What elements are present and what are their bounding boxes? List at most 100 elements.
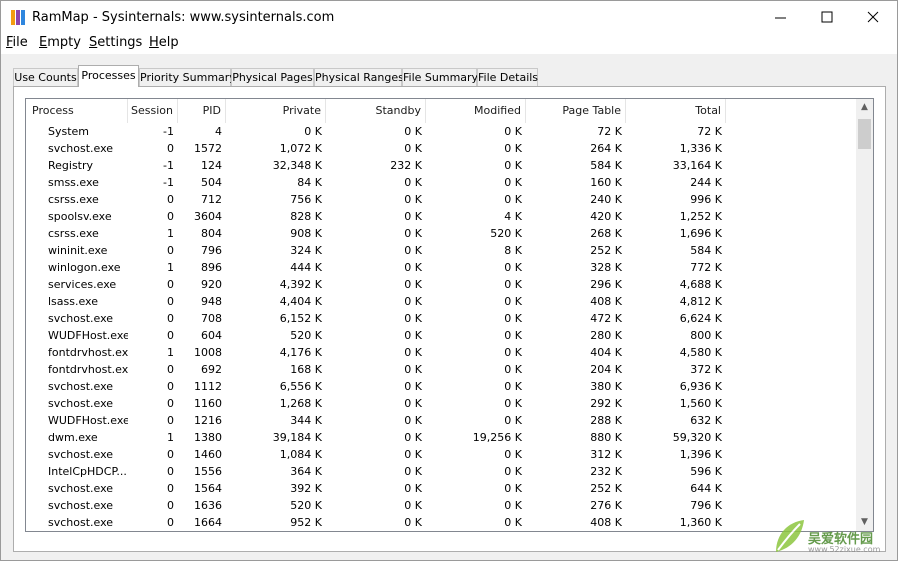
table-row[interactable]: spoolsv.exe 0 3604 828 K 0 K 4 K 420 K 1,252 K xyxy=(26,208,857,225)
table-row[interactable]: wininit.exe 0 796 324 K 0 K 8 K 252 K 584 K xyxy=(26,242,857,259)
cell-modified: 0 K xyxy=(504,159,522,172)
menu-empty[interactable]: Empty xyxy=(39,35,81,50)
scroll-up-icon[interactable]: ▲ xyxy=(856,99,873,116)
column-header-private[interactable]: Private xyxy=(226,99,326,123)
cell-standby: 0 K xyxy=(404,516,422,529)
cell-page-table: 264 K xyxy=(590,142,622,155)
cell-private: 1,072 K xyxy=(279,142,322,155)
cell-process: svchost.exe xyxy=(48,142,114,155)
table-row[interactable]: IntelCpHDCP... 0 1556 364 K 0 K 0 K 232 K 596 K xyxy=(26,463,857,480)
cell-page-table: 280 K xyxy=(590,329,622,342)
cell-pid: 124 xyxy=(201,159,222,172)
table-row[interactable]: csrss.exe 0 712 756 K 0 K 0 K 240 K 996 K xyxy=(26,191,857,208)
column-header-page-table[interactable]: Page Table xyxy=(526,99,626,123)
cell-process: csrss.exe xyxy=(48,227,99,240)
tab-file-details[interactable]: File Details xyxy=(477,68,538,86)
column-header-process[interactable]: Process xyxy=(26,99,128,123)
table-row[interactable]: svchost.exe 0 708 6,152 K 0 K 0 K 472 K 6,624 K xyxy=(26,310,857,327)
table-row[interactable]: smss.exe -1 504 84 K 0 K 0 K 160 K 244 K xyxy=(26,174,857,191)
cell-private: 324 K xyxy=(290,244,322,257)
cell-page-table: 408 K xyxy=(590,516,622,529)
tab-file-summary[interactable]: File Summary xyxy=(402,68,478,86)
rammap-app-icon xyxy=(11,10,25,25)
tab-processes[interactable]: Processes xyxy=(78,65,139,87)
table-row[interactable]: Registry -1 124 32,348 K 232 K 0 K 584 K 33,164… xyxy=(26,157,857,174)
title-bar[interactable]: RamMap - Sysinternals: www.sysinternals.… xyxy=(1,1,897,34)
maximize-button[interactable] xyxy=(804,1,850,34)
window-title: RamMap - Sysinternals: www.sysinternals.… xyxy=(32,10,335,25)
tab-use-counts[interactable]: Use Counts xyxy=(13,68,78,86)
tab-physical-pages[interactable]: Physical Pages xyxy=(231,68,314,86)
table-row[interactable]: svchost.exe 0 1160 1,268 K 0 K 0 K 292 K 1,560 … xyxy=(26,395,857,412)
cell-modified: 520 K xyxy=(490,227,522,240)
cell-modified: 4 K xyxy=(504,210,522,223)
cell-total: 1,360 K xyxy=(679,516,722,529)
process-list[interactable]: Process Session PID Private Standby Modified P… xyxy=(25,98,874,532)
cell-standby: 0 K xyxy=(404,448,422,461)
close-icon xyxy=(867,11,879,23)
leaf-icon xyxy=(776,520,804,552)
table-row[interactable]: fontdrvhost.ex 0 692 168 K 0 K 0 K 204 K 372 K xyxy=(26,361,857,378)
cell-pid: 3604 xyxy=(194,210,222,223)
table-row[interactable]: svchost.exe 0 1664 952 K 0 K 0 K 408 K 1,360 K xyxy=(26,514,857,531)
cell-pid: 1380 xyxy=(194,431,222,444)
table-row[interactable]: svchost.exe 0 1636 520 K 0 K 0 K 276 K 796 K xyxy=(26,497,857,514)
cell-standby: 0 K xyxy=(404,210,422,223)
scroll-thumb[interactable] xyxy=(858,119,871,149)
tab-priority-summary[interactable]: Priority Summary xyxy=(139,68,236,86)
cell-pid: 504 xyxy=(201,176,222,189)
table-row[interactable]: WUDFHost.exe 0 1216 344 K 0 K 0 K 288 K 632 K xyxy=(26,412,857,429)
cell-process: fontdrvhost.ex xyxy=(48,363,128,376)
cell-session: 0 xyxy=(167,499,174,512)
cell-session: 0 xyxy=(167,448,174,461)
table-row[interactable]: svchost.exe 0 1112 6,556 K 0 K 0 K 380 K 6,936 … xyxy=(26,378,857,395)
cell-process: smss.exe xyxy=(48,176,99,189)
table-row[interactable]: svchost.exe 0 1564 392 K 0 K 0 K 252 K 644 K xyxy=(26,480,857,497)
cell-process: svchost.exe xyxy=(48,397,114,410)
table-row[interactable]: System -1 4 0 K 0 K 0 K 72 K 72 K xyxy=(26,123,857,140)
menu-help[interactable]: Help xyxy=(149,35,179,50)
menu-file[interactable]: File xyxy=(6,35,28,50)
column-header-total[interactable]: Total xyxy=(626,99,726,123)
table-row[interactable]: fontdrvhost.ex 1 1008 4,176 K 0 K 0 K 404 K 4,5… xyxy=(26,344,857,361)
cell-process: Registry xyxy=(48,159,94,172)
table-row[interactable]: csrss.exe 1 804 908 K 0 K 520 K 268 K 1,696 K xyxy=(26,225,857,242)
table-row[interactable]: winlogon.exe 1 896 444 K 0 K 0 K 328 K 772 K xyxy=(26,259,857,276)
menu-bar: File Empty Settings Help xyxy=(1,34,897,54)
table-row[interactable]: WUDFHost.exe 0 604 520 K 0 K 0 K 280 K 800 K xyxy=(26,327,857,344)
table-row[interactable]: svchost.exe 0 1460 1,084 K 0 K 0 K 312 K 1,396 … xyxy=(26,446,857,463)
cell-standby: 0 K xyxy=(404,176,422,189)
table-row[interactable]: dwm.exe 1 1380 39,184 K 0 K 19,256 K 880 K 59,3… xyxy=(26,429,857,446)
tab-physical-ranges[interactable]: Physical Ranges xyxy=(314,68,404,86)
column-header-standby[interactable]: Standby xyxy=(326,99,426,123)
cell-total: 644 K xyxy=(690,482,722,495)
column-header-session[interactable]: Session xyxy=(128,99,178,123)
close-button[interactable] xyxy=(850,1,896,34)
cell-private: 520 K xyxy=(290,499,322,512)
cell-total: 632 K xyxy=(690,414,722,427)
vertical-scrollbar[interactable]: ▲ ▼ xyxy=(856,99,873,531)
menu-settings[interactable]: Settings xyxy=(89,35,142,50)
table-row[interactable]: svchost.exe 0 1572 1,072 K 0 K 0 K 264 K 1,336 … xyxy=(26,140,857,157)
cell-total: 4,580 K xyxy=(679,346,722,359)
cell-page-table: 408 K xyxy=(590,295,622,308)
cell-standby: 0 K xyxy=(404,244,422,257)
table-row[interactable]: services.exe 0 920 4,392 K 0 K 0 K 296 K 4,688 … xyxy=(26,276,857,293)
cell-private: 1,084 K xyxy=(279,448,322,461)
column-header-modified[interactable]: Modified xyxy=(426,99,526,123)
cell-total: 372 K xyxy=(690,363,722,376)
column-header-pid[interactable]: PID xyxy=(178,99,226,123)
cell-modified: 0 K xyxy=(504,125,522,138)
table-row[interactable]: lsass.exe 0 948 4,404 K 0 K 0 K 408 K 4,812 K xyxy=(26,293,857,310)
cell-process: spoolsv.exe xyxy=(48,210,112,223)
cell-standby: 0 K xyxy=(404,295,422,308)
cell-process: svchost.exe xyxy=(48,516,114,529)
cell-standby: 0 K xyxy=(404,499,422,512)
cell-session: 0 xyxy=(167,329,174,342)
cell-session: -1 xyxy=(163,176,174,189)
minimize-button[interactable] xyxy=(758,1,804,34)
cell-standby: 0 K xyxy=(404,278,422,291)
cell-total: 1,252 K xyxy=(679,210,722,223)
cell-total: 4,688 K xyxy=(679,278,722,291)
cell-page-table: 240 K xyxy=(590,193,622,206)
